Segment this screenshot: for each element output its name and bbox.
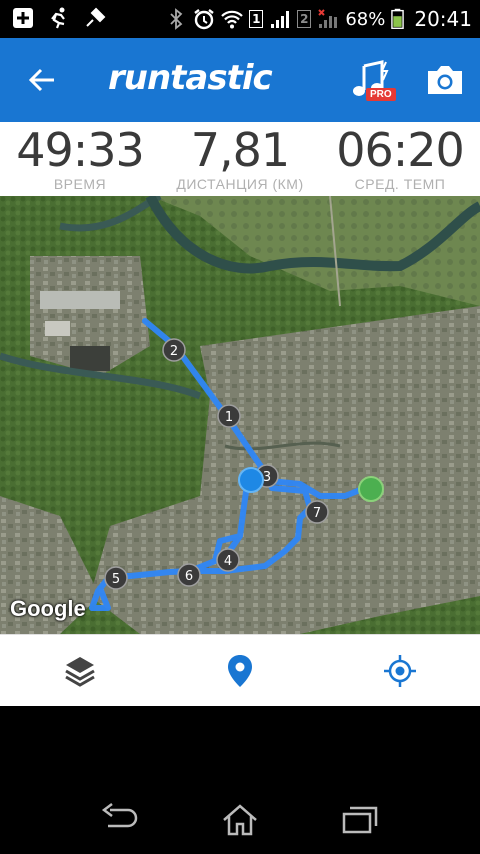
marker-label: 5 bbox=[112, 572, 120, 587]
app-logo: runtastic bbox=[108, 58, 273, 98]
wifi-icon bbox=[221, 10, 244, 29]
km-marker[interactable]: 4 bbox=[216, 548, 240, 572]
camera-icon[interactable] bbox=[424, 62, 466, 98]
map-pin-icon[interactable] bbox=[222, 653, 258, 689]
layers-icon[interactable] bbox=[62, 653, 98, 689]
km-marker[interactable]: 6 bbox=[177, 563, 201, 587]
stat-distance: 7,81 ДИСТАНЦИЯ (КМ) bbox=[160, 122, 320, 196]
arrow-back-icon[interactable] bbox=[24, 62, 60, 98]
map-toolbar bbox=[0, 634, 480, 706]
stat-label: ВРЕМЯ bbox=[53, 176, 107, 192]
no-signal-icon bbox=[318, 9, 338, 28]
marker-label: 6 bbox=[185, 569, 193, 584]
marker-label: 7 bbox=[313, 506, 321, 521]
stat-time: 49:33 ВРЕМЯ bbox=[0, 122, 160, 196]
bluetooth-icon bbox=[170, 8, 183, 30]
sim1-indicator: 1 bbox=[249, 10, 264, 28]
start-point[interactable] bbox=[358, 476, 384, 502]
km-marker[interactable]: 2 bbox=[162, 338, 186, 362]
app-bar: runtastic PRO bbox=[0, 38, 480, 122]
marker-label: 4 bbox=[224, 554, 232, 569]
my-location-icon[interactable] bbox=[382, 653, 418, 689]
km-marker[interactable]: 5 bbox=[104, 566, 128, 590]
stat-label: СРЕД. ТЕМП bbox=[354, 176, 446, 192]
battery-icon bbox=[391, 8, 405, 29]
stat-pace: 06:20 СРЕД. ТЕМП bbox=[320, 122, 480, 196]
km-marker[interactable]: 7 bbox=[305, 500, 329, 524]
factory-building bbox=[45, 321, 70, 336]
pro-badge: PRO bbox=[366, 88, 396, 101]
running-icon bbox=[51, 7, 65, 29]
factory-building bbox=[40, 291, 120, 309]
factory-building bbox=[70, 346, 110, 371]
km-marker[interactable]: 1 bbox=[217, 404, 241, 428]
sim2-indicator: 2 bbox=[297, 10, 312, 28]
signal-strength-icon bbox=[271, 11, 290, 28]
satellite-map[interactable]: 1 2 3 4 5 6 7 bbox=[0, 196, 480, 634]
marker-label: 3 bbox=[263, 470, 271, 485]
end-point[interactable] bbox=[238, 467, 264, 493]
back-nav-icon[interactable] bbox=[98, 802, 142, 838]
satellite-icon bbox=[86, 7, 106, 27]
stat-label: ДИСТАНЦИЯ (КМ) bbox=[176, 176, 304, 192]
workout-stats: 49:33 ВРЕМЯ 7,81 ДИСТАНЦИЯ (КМ) 06:20 СР… bbox=[0, 122, 480, 196]
google-attribution: Google bbox=[10, 596, 86, 621]
stat-value: 06:20 bbox=[336, 123, 465, 177]
stat-value: 49:33 bbox=[16, 123, 145, 177]
recents-nav-icon[interactable] bbox=[338, 802, 382, 838]
clock: 20:41 bbox=[414, 7, 472, 31]
marker-label: 1 bbox=[225, 410, 233, 425]
status-bar: 1 2 68% 20:41 bbox=[0, 0, 480, 38]
plus-box-icon bbox=[13, 8, 33, 28]
home-nav-icon[interactable] bbox=[218, 802, 262, 838]
route-map[interactable]: 1 2 3 4 5 6 7 Google bbox=[0, 196, 480, 634]
alarm-clock-icon bbox=[194, 9, 215, 30]
battery-percent: 68% bbox=[345, 8, 386, 30]
marker-label: 2 bbox=[170, 344, 178, 359]
stat-value: 7,81 bbox=[190, 123, 290, 177]
system-nav-bar bbox=[0, 706, 480, 854]
